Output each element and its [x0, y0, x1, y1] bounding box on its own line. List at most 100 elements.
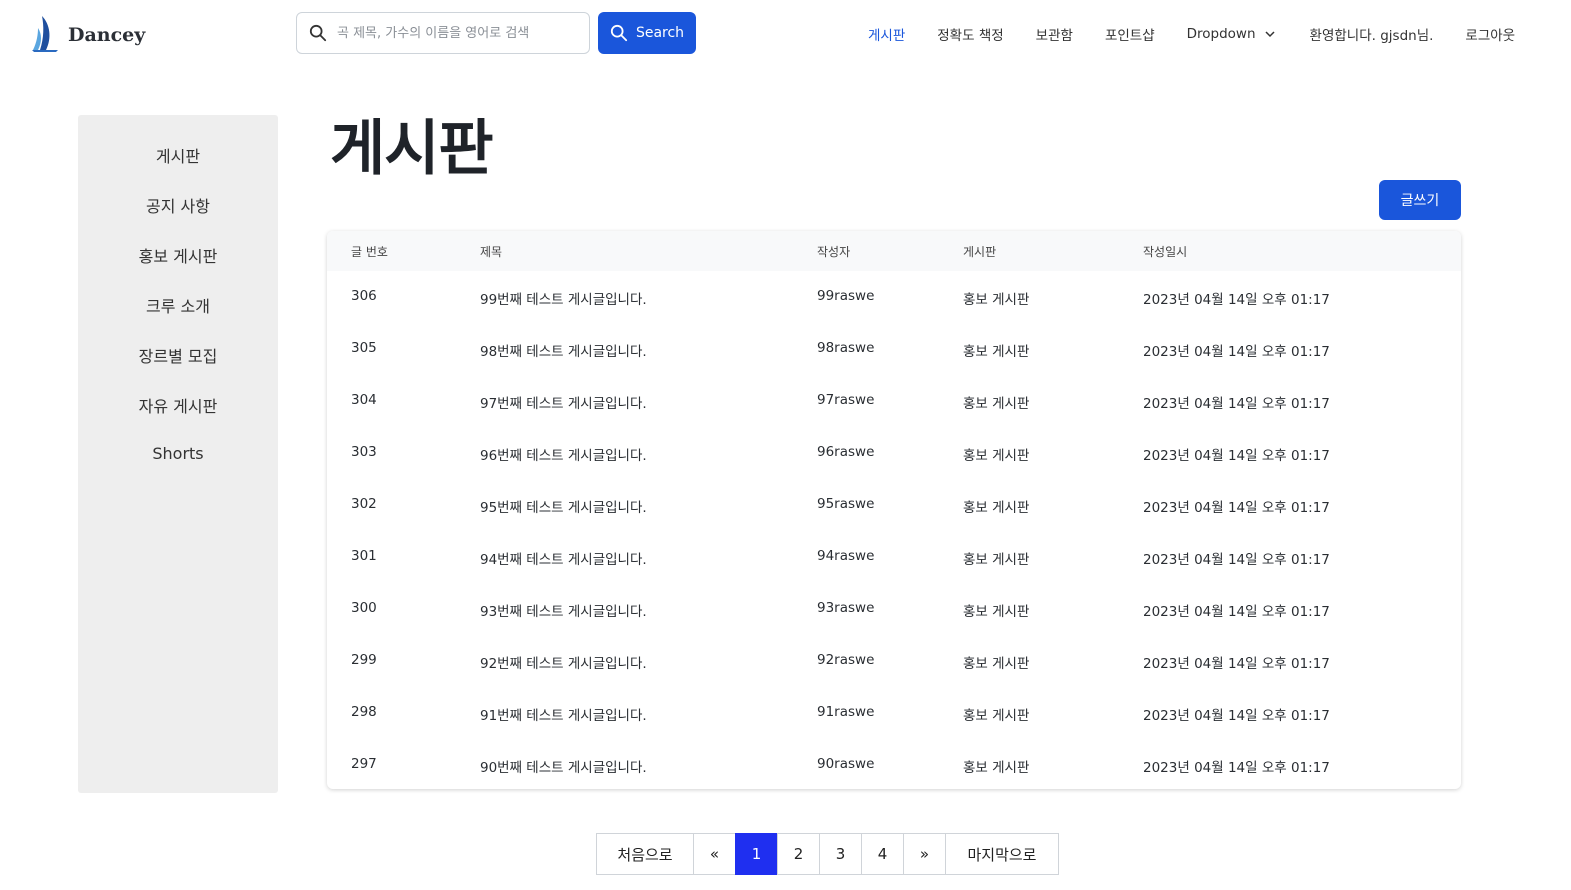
- page-next-button[interactable]: »: [903, 833, 946, 875]
- brand-logo[interactable]: Dancey: [32, 14, 145, 52]
- post-author: 95raswe: [817, 496, 875, 512]
- post-board: 홍보 게시판: [963, 448, 1030, 464]
- post-board: 홍보 게시판: [963, 656, 1030, 672]
- table-row[interactable]: 302 95번째 테스트 게시글입니다. 95raswe 홍보 게시판 2023년 04…: [327, 479, 1461, 531]
- top-navbar: Dancey Search 게시판 정확도 책정 보관함 포인트샵 Dropdo…: [0, 0, 1571, 68]
- post-title: 99번째 테스트 게시글입니다.: [480, 292, 647, 308]
- post-number: 297: [351, 756, 377, 772]
- search-icon: [309, 24, 327, 42]
- post-board: 홍보 게시판: [963, 344, 1030, 360]
- table-row[interactable]: 300 93번째 테스트 게시글입니다. 93raswe 홍보 게시판 2023년 04…: [327, 583, 1461, 635]
- post-date: 2023년 04월 14일 오후 01:17: [1143, 500, 1330, 516]
- nav-item-board[interactable]: 게시판: [868, 24, 905, 44]
- sidebar-item-promotion[interactable]: 홍보 게시판: [78, 243, 278, 267]
- column-header-author: 작성자: [817, 245, 851, 259]
- column-header-board: 게시판: [963, 245, 997, 259]
- post-title: 90번째 테스트 게시글입니다.: [480, 760, 647, 776]
- table-row[interactable]: 298 91번째 테스트 게시글입니다. 91raswe 홍보 게시판 2023년 04…: [327, 687, 1461, 739]
- write-post-button[interactable]: 글쓰기: [1379, 180, 1461, 220]
- post-number: 300: [351, 600, 377, 616]
- post-author: 94raswe: [817, 548, 875, 564]
- post-title: 98번째 테스트 게시글입니다.: [480, 344, 647, 360]
- page-button-3[interactable]: 3: [819, 833, 862, 875]
- search-field: [296, 12, 590, 54]
- table-row[interactable]: 299 92번째 테스트 게시글입니다. 92raswe 홍보 게시판 2023년 04…: [327, 635, 1461, 687]
- post-number: 301: [351, 548, 377, 564]
- post-number: 306: [351, 288, 377, 304]
- post-date: 2023년 04월 14일 오후 01:17: [1143, 760, 1330, 776]
- pagination: 처음으로 « 1 2 3 4 » 마지막으로: [596, 833, 1059, 875]
- post-title: 96번째 테스트 게시글입니다.: [480, 448, 647, 464]
- table-header: 글 번호 제목 작성자 게시판 작성일시: [327, 231, 1461, 271]
- post-board: 홍보 게시판: [963, 708, 1030, 724]
- post-title: 95번째 테스트 게시글입니다.: [480, 500, 647, 516]
- post-author: 90raswe: [817, 756, 875, 772]
- page-button-4[interactable]: 4: [861, 833, 904, 875]
- post-board: 홍보 게시판: [963, 396, 1030, 412]
- nav-logout[interactable]: 로그아웃: [1465, 24, 1515, 44]
- post-number: 302: [351, 496, 377, 512]
- column-header-number: 글 번호: [351, 245, 388, 259]
- post-author: 99raswe: [817, 288, 875, 304]
- page-prev-button[interactable]: «: [693, 833, 736, 875]
- search-button[interactable]: Search: [598, 12, 696, 54]
- sidebar-item-shorts[interactable]: Shorts: [78, 444, 278, 463]
- table-row[interactable]: 301 94번째 테스트 게시글입니다. 94raswe 홍보 게시판 2023년 04…: [327, 531, 1461, 583]
- search-icon: [610, 24, 628, 42]
- nav-dropdown-label: Dropdown: [1186, 26, 1256, 42]
- post-date: 2023년 04월 14일 오후 01:17: [1143, 448, 1330, 464]
- post-table: 글 번호 제목 작성자 게시판 작성일시 306 99번째 테스트 게시글입니다.…: [327, 231, 1461, 789]
- post-title: 93번째 테스트 게시글입니다.: [480, 604, 647, 620]
- post-title: 92번째 테스트 게시글입니다.: [480, 656, 647, 672]
- column-header-date: 작성일시: [1143, 245, 1188, 259]
- post-title: 91번째 테스트 게시글입니다.: [480, 708, 647, 724]
- post-date: 2023년 04월 14일 오후 01:17: [1143, 552, 1330, 568]
- post-number: 298: [351, 704, 377, 720]
- page-button-2[interactable]: 2: [777, 833, 820, 875]
- post-date: 2023년 04월 14일 오후 01:17: [1143, 604, 1330, 620]
- post-date: 2023년 04월 14일 오후 01:17: [1143, 292, 1330, 308]
- post-author: 93raswe: [817, 600, 875, 616]
- nav-item-point-shop[interactable]: 포인트샵: [1105, 24, 1155, 44]
- post-board: 홍보 게시판: [963, 760, 1030, 776]
- sidebar-item-genre-recruit[interactable]: 장르별 모집: [78, 343, 278, 367]
- post-board: 홍보 게시판: [963, 604, 1030, 620]
- table-row[interactable]: 304 97번째 테스트 게시글입니다. 97raswe 홍보 게시판 2023년 04…: [327, 375, 1461, 427]
- post-title: 94번째 테스트 게시글입니다.: [480, 552, 647, 568]
- sidebar-item-crew-intro[interactable]: 크루 소개: [78, 293, 278, 317]
- post-date: 2023년 04월 14일 오후 01:17: [1143, 708, 1330, 724]
- table-row[interactable]: 306 99번째 테스트 게시글입니다. 99raswe 홍보 게시판 2023년 04…: [327, 271, 1461, 323]
- post-author: 98raswe: [817, 340, 875, 356]
- post-board: 홍보 게시판: [963, 500, 1030, 516]
- sidebar-item-notice[interactable]: 공지 사항: [78, 193, 278, 217]
- post-author: 91raswe: [817, 704, 875, 720]
- post-date: 2023년 04월 14일 오후 01:17: [1143, 344, 1330, 360]
- sidebar: 게시판 공지 사항 홍보 게시판 크루 소개 장르별 모집 자유 게시판 Sho…: [78, 115, 278, 793]
- table-row[interactable]: 305 98번째 테스트 게시글입니다. 98raswe 홍보 게시판 2023년 04…: [327, 323, 1461, 375]
- post-date: 2023년 04월 14일 오후 01:17: [1143, 656, 1330, 672]
- sidebar-item-board[interactable]: 게시판: [78, 143, 278, 167]
- nav-item-accuracy[interactable]: 정확도 책정: [937, 24, 1003, 44]
- table-row[interactable]: 297 90번째 테스트 게시글입니다. 90raswe 홍보 게시판 2023년 04…: [327, 739, 1461, 789]
- brand-name: Dancey: [68, 24, 146, 46]
- page-last-button[interactable]: 마지막으로: [945, 833, 1059, 875]
- post-number: 305: [351, 340, 377, 356]
- table-row[interactable]: 303 96번째 테스트 게시글입니다. 96raswe 홍보 게시판 2023년 04…: [327, 427, 1461, 479]
- page-button-1[interactable]: 1: [735, 833, 778, 875]
- post-number: 304: [351, 392, 377, 408]
- nav-dropdown[interactable]: Dropdown: [1187, 26, 1276, 42]
- chevron-down-icon: [1265, 31, 1275, 38]
- page-first-button[interactable]: 처음으로: [596, 833, 694, 875]
- column-header-title: 제목: [480, 245, 503, 259]
- search-button-label: Search: [635, 25, 685, 41]
- nav-welcome-user[interactable]: 환영합니다. gjsdn님.: [1310, 24, 1434, 44]
- search-input[interactable]: [337, 25, 567, 41]
- post-number: 299: [351, 652, 377, 668]
- post-author: 92raswe: [817, 652, 875, 668]
- nav-item-storage[interactable]: 보관함: [1036, 24, 1073, 44]
- post-date: 2023년 04월 14일 오후 01:17: [1143, 396, 1330, 412]
- sidebar-item-free-board[interactable]: 자유 게시판: [78, 393, 278, 417]
- page-title: 게시판: [330, 114, 494, 184]
- post-author: 97raswe: [817, 392, 875, 408]
- post-author: 96raswe: [817, 444, 875, 460]
